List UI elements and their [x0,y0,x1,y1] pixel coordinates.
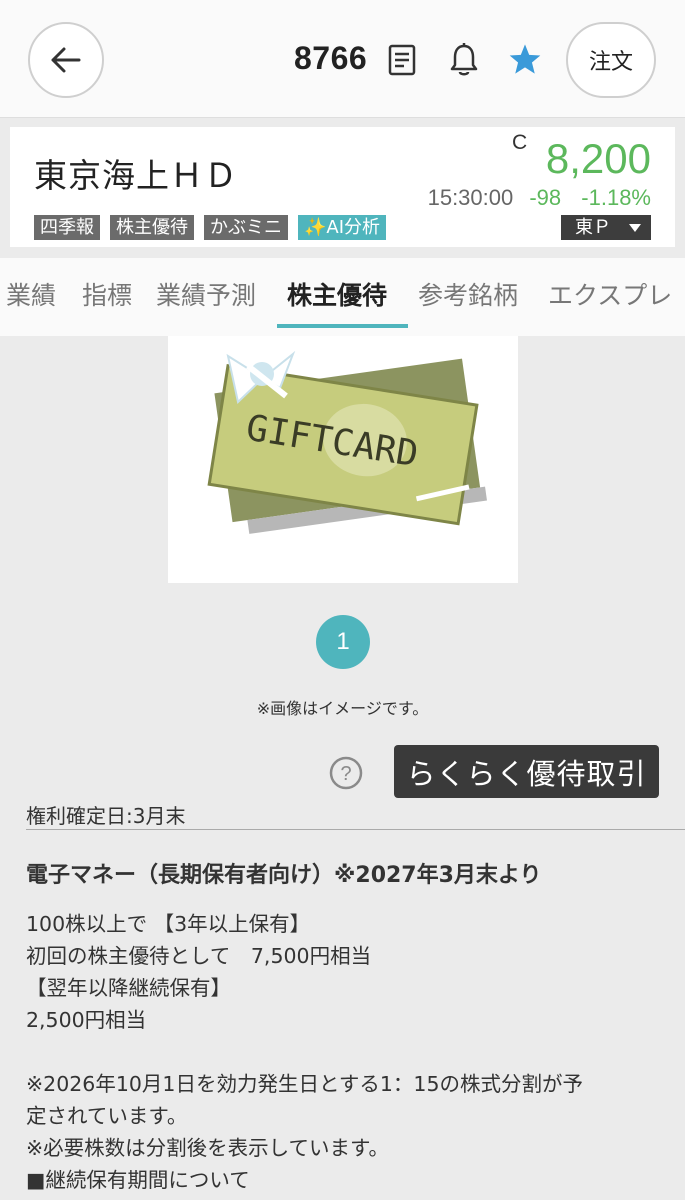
help-icon[interactable]: ? [328,755,364,791]
giftcard-illustration: GIFTCARD [207,350,487,534]
caret-down-icon [629,224,641,232]
stock-code: 8766 [294,40,368,76]
benefit-line: 2,500円相当 [26,1008,147,1032]
gallery-page-indicator[interactable]: 1 [316,615,370,669]
price-change-row: 15:30:00 -98 -1.18% [428,185,651,211]
stock-price: 8,200 [545,135,651,182]
tab-earnings[interactable]: 業績 [6,276,56,312]
back-button[interactable] [28,22,104,98]
divider [26,829,685,830]
tag-ai-analysis[interactable]: ✨AI分析 [298,215,387,240]
price-change-percent: -1.18% [581,185,651,210]
order-button[interactable]: 注文 [566,22,656,98]
stock-tags: 四季報 株主優待 かぶミニ ✨AI分析 [34,215,387,240]
benefit-line: 定されています。 [26,1104,188,1128]
tab-indicators[interactable]: 指標 [82,276,132,312]
tab-bar: 業績 指標 業績予測 株主優待 参考銘柄 エクスプレ [0,258,685,336]
price-change: -98 [529,185,562,210]
benefit-description: 100株以上で 【3年以上保有】 初回の株主優待として 7,500円相当 【翌年… [26,908,666,1196]
close-marker: C [512,131,528,154]
image-disclaimer: ※画像はイメージです。 [256,699,429,718]
app-header: 8766 注文 [0,0,685,118]
benefit-line: ■継続保有期間について [26,1168,250,1192]
bell-icon[interactable] [448,42,480,78]
tab-shareholder-benefits[interactable]: 株主優待 [287,276,387,312]
exchange-select[interactable]: 東Ｐ [561,215,651,240]
tab-forecast[interactable]: 業績予測 [156,276,256,312]
stock-info-panel: 東京海上ＨＤ C 8,200 15:30:00 -98 -1.18% 四季報 株… [10,127,675,247]
stock-name: 東京海上ＨＤ [34,156,238,195]
benefit-line: 【翌年以降継続保有】 [26,976,231,1000]
benefit-line: ※必要株数は分割後を表示しています。 [26,1136,390,1160]
price-time: 15:30:00 [427,185,514,210]
active-tab-indicator [277,324,408,328]
benefit-image[interactable]: GIFTCARD [168,336,518,583]
tab-reference-stocks[interactable]: 参考銘柄 [418,276,518,312]
star-icon[interactable] [508,43,542,75]
arrow-left-icon [51,47,81,73]
tag-kabumini[interactable]: かぶミニ [204,215,288,240]
rakuraku-benefit-trade-button[interactable]: らくらく優待取引 [394,745,659,798]
document-icon[interactable] [388,44,416,76]
benefit-line: 100株以上で 【3年以上保有】 [26,912,311,936]
benefit-line: ※2026年10月1日を効力発生日とする1：15の株式分割が予 [26,1072,583,1096]
tag-shareholder-benefits[interactable]: 株主優待 [110,215,194,240]
tab-express[interactable]: エクスプレ [548,276,672,312]
benefit-line: 初回の株主優待として 7,500円相当 [26,944,372,968]
tag-shikiho[interactable]: 四季報 [34,215,100,240]
help-symbol: ? [340,763,351,785]
record-date: 権利確定日:3月末 [26,804,186,828]
benefit-title: 電子マネー（長期保有者向け）※2027年3月末より [26,863,542,888]
exchange-label: 東Ｐ [575,217,611,238]
